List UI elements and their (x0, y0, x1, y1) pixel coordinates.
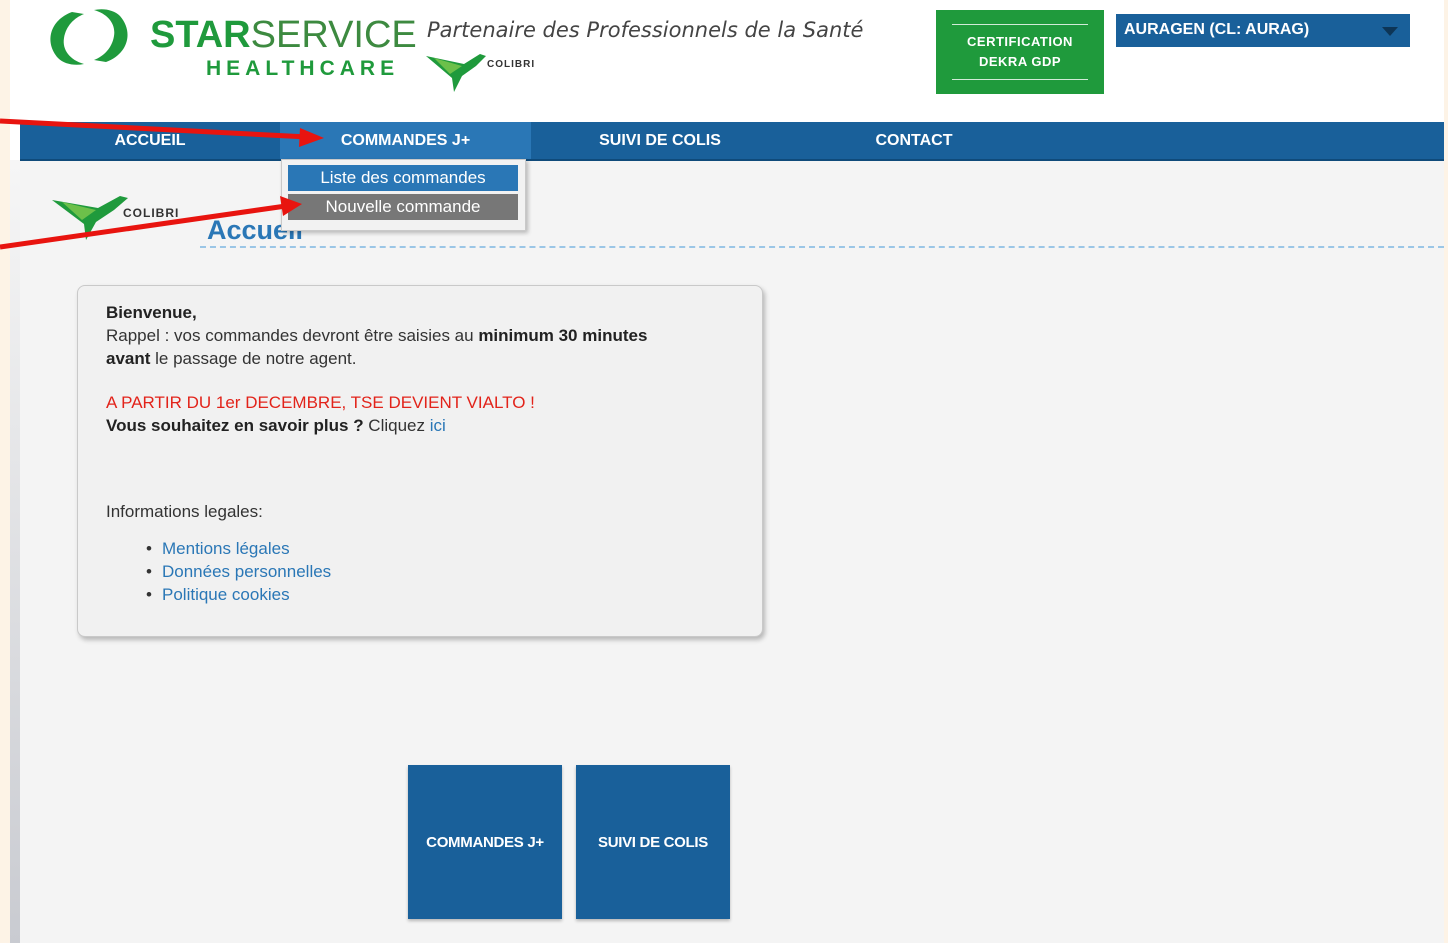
nav-item-suivi-de-colis[interactable]: SUIVI DE COLIS (531, 122, 789, 159)
list-item: Mentions légales (146, 537, 734, 560)
welcome-greeting: Bienvenue, (106, 303, 197, 322)
brand-healthcare-text: HEALTHCARE (206, 57, 400, 80)
title-divider (200, 246, 1444, 248)
more-info-text: Cliquez (363, 416, 430, 435)
starservice-logo-icon (50, 9, 128, 65)
colibri-bird-icon (426, 54, 486, 92)
certification-badge: CERTIFICATION DEKRA GDP (936, 10, 1104, 94)
brand-logo-text: STARSERVICE (150, 14, 417, 57)
legal-links-list: Mentions légales Données personnelles Po… (106, 537, 734, 606)
menu-item-liste-des-commandes[interactable]: Liste des commandes (288, 165, 518, 191)
account-selector-label: AURAGEN (CL: AURAG) (1124, 21, 1310, 38)
reminder-text: Rappel : vos commandes devront être sais… (106, 326, 479, 345)
frame-shadow (10, 160, 20, 943)
donnees-personnelles-link[interactable]: Données personnelles (162, 562, 331, 581)
certification-line1: CERTIFICATION (967, 34, 1073, 49)
nav-item-commandes[interactable]: COMMANDES J+ (280, 122, 531, 159)
brand-service-text: SERVICE (250, 14, 417, 56)
reminder-bold-avant: avant (106, 349, 151, 368)
account-selector[interactable]: AURAGEN (CL: AURAG) (1116, 14, 1410, 47)
announcement-text: A PARTIR DU 1er DECEMBRE, TSE DEVIENT VI… (106, 393, 535, 412)
more-info-link[interactable]: ici (430, 416, 446, 435)
commandes-dropdown-menu: Liste des commandes Nouvelle commande (281, 159, 526, 231)
reminder-bold: minimum 30 minutes (478, 326, 648, 345)
tile-suivi-de-colis-button[interactable]: SUIVI DE COLIS (576, 765, 730, 919)
main-nav: ACCUEIL COMMANDES J+ SUIVI DE COLIS CONT… (20, 122, 1444, 161)
tagline: Partenaire des Professionnels de la Sant… (427, 18, 864, 42)
colibri-bird-icon (52, 196, 128, 240)
menu-item-nouvelle-commande[interactable]: Nouvelle commande (288, 194, 518, 220)
welcome-panel: Bienvenue, Rappel : vos commandes devron… (77, 285, 763, 637)
mentions-legales-link[interactable]: Mentions légales (162, 539, 290, 558)
more-info-question: Vous souhaitez en savoir plus ? (106, 416, 364, 435)
list-item: Données personnelles (146, 560, 734, 583)
dropdown-arrow-icon (1382, 27, 1398, 36)
reminder-suffix: le passage de notre agent. (150, 349, 357, 368)
politique-cookies-link[interactable]: Politique cookies (162, 585, 290, 604)
nav-item-contact[interactable]: CONTACT (789, 122, 1039, 159)
colibri-label: COLIBRI (123, 206, 180, 220)
legal-heading: Informations legales: (106, 502, 263, 521)
list-item: Politique cookies (146, 583, 734, 606)
brand-star-text: STAR (150, 14, 251, 56)
tile-commandes-button[interactable]: COMMANDES J+ (408, 765, 562, 919)
nav-item-accueil[interactable]: ACCUEIL (20, 122, 280, 159)
colibri-label: COLIBRI (487, 59, 536, 70)
certification-line2: DEKRA GDP (978, 54, 1062, 69)
